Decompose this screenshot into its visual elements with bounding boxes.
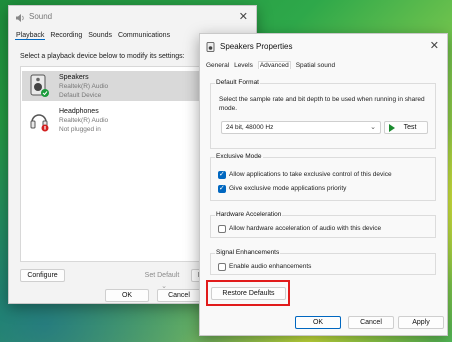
tab-playback[interactable]: Playback bbox=[15, 32, 46, 40]
tab-general[interactable]: General bbox=[206, 62, 229, 69]
sound-tabs: Playback Recording Sounds Communications bbox=[15, 32, 173, 44]
playback-instruction: Select a playback device below to modify… bbox=[20, 53, 185, 60]
device-status: Default Device bbox=[59, 92, 102, 99]
props-tabs: General Levels Advanced Spatial sound bbox=[206, 61, 338, 69]
default-format-group: Default Format Select the sample rate an… bbox=[210, 79, 436, 149]
tab-recording[interactable]: Recording bbox=[49, 32, 83, 39]
speaker-icon bbox=[16, 14, 24, 22]
speaker-device-icon bbox=[30, 74, 49, 97]
signal-enhancements-group: Signal Enhancements Enable audio enhance… bbox=[210, 249, 436, 275]
sound-cancel-button[interactable]: Cancel bbox=[157, 289, 201, 302]
hardware-acceleration-label: Hardware Acceleration bbox=[215, 211, 283, 218]
device-driver: Realtek(R) Audio bbox=[59, 117, 109, 124]
props-window-title: Speakers Properties bbox=[220, 42, 293, 51]
device-name: Speakers bbox=[59, 74, 89, 81]
device-name: Headphones bbox=[59, 108, 99, 115]
tab-communications[interactable]: Communications bbox=[117, 32, 171, 39]
test-button[interactable]: Test bbox=[384, 121, 428, 134]
hardware-acceleration-group: Hardware Acceleration Allow hardware acc… bbox=[210, 211, 436, 238]
restore-defaults-highlight bbox=[206, 280, 290, 306]
set-default-button[interactable]: Set Default ⌄ bbox=[140, 269, 184, 290]
signal-enhancements-label: Signal Enhancements bbox=[215, 249, 281, 256]
play-icon bbox=[389, 124, 395, 132]
sound-window-title: Sound bbox=[29, 12, 53, 21]
sample-rate-select[interactable]: 24 bit, 48000 Hz ⌄ bbox=[221, 121, 381, 134]
device-status: Not plugged in bbox=[59, 126, 101, 133]
apply-button[interactable]: Apply bbox=[398, 316, 444, 329]
exclusive-control-label: Allow applications to take exclusive con… bbox=[229, 171, 392, 178]
sound-close-button[interactable]: ✕ bbox=[239, 10, 248, 24]
tab-advanced[interactable]: Advanced bbox=[257, 61, 291, 69]
exclusive-priority-label: Give exclusive mode applications priorit… bbox=[229, 185, 347, 192]
audio-enhancements-checkbox[interactable] bbox=[218, 263, 226, 271]
tab-spatial-sound[interactable]: Spatial sound bbox=[296, 62, 335, 69]
chevron-down-icon: ⌄ bbox=[370, 124, 376, 131]
speaker-icon bbox=[206, 42, 215, 52]
hardware-acceleration-checkbox[interactable] bbox=[218, 225, 226, 233]
default-format-description: Select the sample rate and bit depth to … bbox=[219, 96, 425, 112]
props-close-button[interactable]: ✕ bbox=[430, 39, 439, 53]
sample-rate-value: 24 bit, 48000 Hz bbox=[226, 124, 274, 131]
sound-ok-button[interactable]: OK bbox=[105, 289, 149, 302]
exclusive-control-checkbox[interactable] bbox=[218, 170, 226, 179]
props-ok-button[interactable]: OK bbox=[295, 316, 341, 329]
tab-levels[interactable]: Levels bbox=[234, 62, 253, 69]
sound-titlebar[interactable]: Sound ✕ bbox=[9, 6, 256, 30]
hardware-acceleration-option-label: Allow hardware acceleration of audio wit… bbox=[229, 225, 382, 232]
exclusive-mode-label: Exclusive Mode bbox=[215, 153, 263, 160]
exclusive-mode-group: Exclusive Mode Allow applications to tak… bbox=[210, 153, 436, 201]
audio-enhancements-label: Enable audio enhancements bbox=[229, 263, 312, 270]
tab-sounds[interactable]: Sounds bbox=[87, 32, 113, 39]
exclusive-priority-checkbox[interactable] bbox=[218, 184, 226, 193]
device-driver: Realtek(R) Audio bbox=[59, 83, 109, 90]
props-titlebar[interactable]: Speakers Properties ✕ bbox=[200, 34, 447, 58]
headphones-device-icon bbox=[30, 114, 49, 132]
configure-button[interactable]: Configure bbox=[20, 269, 65, 282]
set-default-label: Set Default bbox=[144, 272, 180, 279]
props-cancel-button[interactable]: Cancel bbox=[348, 316, 394, 329]
default-format-label: Default Format bbox=[215, 79, 260, 86]
test-label: Test bbox=[403, 124, 417, 131]
